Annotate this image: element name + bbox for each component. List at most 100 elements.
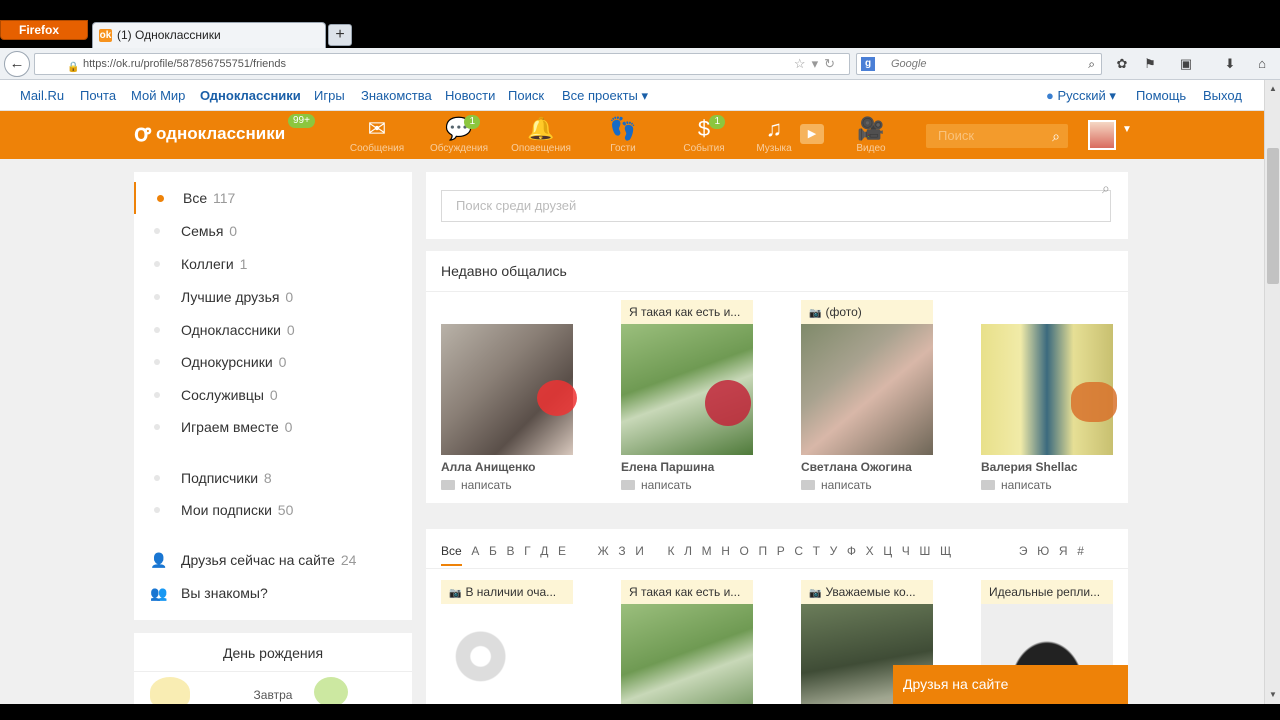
friends-online-bar[interactable]: Друзья на сайте — [893, 665, 1128, 704]
alpha-letter[interactable]: Н — [721, 544, 730, 558]
alpha-letter[interactable]: Э — [1019, 544, 1028, 558]
sidebar-item-play-together[interactable]: Играем вместе 0 — [134, 411, 412, 443]
sidebar-item-family[interactable]: Семья 0 — [134, 215, 412, 247]
alpha-letter[interactable]: И — [635, 544, 644, 558]
nav-music[interactable]: ♫ Музыка — [739, 115, 809, 155]
alpha-letter[interactable]: Ф — [847, 544, 856, 558]
chevron-down-icon[interactable]: ▼ — [1122, 124, 1132, 135]
sidebar-item-my-subscriptions[interactable]: Мои подписки 50 — [134, 494, 412, 526]
alpha-letter[interactable]: К — [667, 544, 674, 558]
link-moy-mir[interactable]: Мой Мир — [131, 88, 185, 103]
search-icon[interactable]: ⌕ — [1102, 180, 1110, 197]
search-icon[interactable]: ⌕ — [1052, 124, 1060, 148]
alpha-letter[interactable]: Ж — [598, 544, 609, 558]
birthday-title[interactable]: День рождения — [134, 645, 412, 661]
bookmarks-icon[interactable]: ▣ — [1178, 56, 1194, 72]
sidebar-item-best-friends[interactable]: Лучшие друзья 0 — [134, 281, 412, 313]
link-pochta[interactable]: Почта — [80, 88, 116, 103]
sidebar-item-coursemates[interactable]: Однокурсники 0 — [134, 346, 412, 378]
nav-guests[interactable]: 👣 Гости — [588, 115, 658, 155]
nav-notifications[interactable]: 🔔 Оповещения — [506, 115, 576, 155]
write-message-link[interactable]: написать — [801, 478, 872, 492]
sidebar-item-do-you-know[interactable]: 👥 Вы знакомы? — [134, 577, 412, 609]
alpha-letter[interactable]: # — [1077, 544, 1084, 558]
alpha-letter[interactable]: А — [471, 544, 479, 558]
link-igry[interactable]: Игры — [314, 88, 345, 103]
alpha-letter[interactable]: Б — [489, 544, 497, 558]
write-message-link[interactable]: написать — [441, 478, 512, 492]
scrollbar-thumb[interactable] — [1267, 148, 1279, 284]
language-selector[interactable]: ● Русский ▾ — [1046, 88, 1116, 104]
ok-search-input[interactable]: Поиск ⌕ — [926, 124, 1068, 148]
nav-video[interactable]: 🎥 Видео — [836, 115, 906, 155]
link-znakomstva[interactable]: Знакомства — [361, 88, 432, 103]
friend-status[interactable]: 📷 Уважаемые ко... — [801, 580, 933, 604]
scroll-down-icon[interactable]: ▼ — [1265, 688, 1280, 702]
home-icon[interactable]: ⌂ — [1254, 56, 1270, 72]
sidebar-item-coworkers[interactable]: Сослуживцы 0 — [134, 379, 412, 411]
alpha-letter[interactable]: Ч — [902, 544, 910, 558]
sidebar-item-classmates[interactable]: Одноклассники 0 — [134, 314, 412, 346]
friend-status[interactable]: Я такая как есть и... — [621, 300, 753, 324]
alpha-letter[interactable]: Ц — [883, 544, 892, 558]
friend-status[interactable]: Я такая как есть и... — [621, 580, 753, 604]
sidebar-item-colleagues[interactable]: Коллеги 1 — [134, 248, 412, 280]
nav-events[interactable]: $ События 1 — [669, 115, 739, 155]
nav-discussions[interactable]: 💬 Обсуждения 1 — [424, 115, 494, 155]
alpha-letter[interactable]: У — [830, 544, 838, 558]
friend-photo[interactable] — [801, 324, 933, 455]
avatar[interactable] — [1088, 120, 1116, 150]
alpha-letter[interactable]: С — [794, 544, 803, 558]
flag-icon[interactable]: ⚑ — [1142, 56, 1158, 72]
sidebar-item-friends-online[interactable]: 👤 Друзья сейчас на сайте 24 — [134, 544, 412, 576]
ok-logo[interactable]: ꝍ одноклассники — [134, 119, 285, 149]
alpha-letter[interactable]: З — [618, 544, 625, 558]
friend-name[interactable]: Светлана Ожогина — [801, 460, 941, 474]
play-icon[interactable]: ▶ — [800, 124, 824, 144]
firefox-menu-button[interactable]: Firefox — [0, 20, 88, 40]
alpha-letter[interactable]: О — [740, 544, 749, 558]
back-button[interactable]: ← — [4, 51, 30, 77]
alpha-letter[interactable]: Г — [524, 544, 531, 558]
page-scrollbar[interactable]: ▲ ▼ — [1264, 80, 1280, 704]
friend-status[interactable]: 📷 В наличии оча... — [441, 580, 573, 604]
write-message-link[interactable]: написать — [981, 478, 1052, 492]
alpha-letter[interactable]: Щ — [940, 544, 951, 558]
alpha-letter[interactable]: Ю — [1037, 544, 1049, 558]
browser-search-field[interactable]: g Google ⌕ — [856, 53, 1102, 75]
alpha-letter[interactable]: Х — [866, 544, 874, 558]
alpha-letter[interactable]: Все — [441, 544, 462, 566]
alpha-letter[interactable]: Ш — [919, 544, 930, 558]
download-icon[interactable]: ⬇ — [1222, 56, 1238, 72]
alpha-letter[interactable]: М — [702, 544, 712, 558]
tab-odnoklassniki[interactable]: ok (1) Одноклассники — [92, 22, 326, 48]
alpha-letter[interactable]: Л — [684, 544, 692, 558]
nav-messages[interactable]: ✉ Сообщения — [342, 115, 412, 155]
link-mailru[interactable]: Mail.Ru — [20, 88, 64, 103]
alpha-letter[interactable]: Е — [558, 544, 566, 558]
friend-name[interactable]: Елена Паршина — [621, 460, 761, 474]
google-engine-icon[interactable]: g — [861, 57, 875, 71]
new-tab-button[interactable]: + — [328, 24, 352, 46]
write-message-link[interactable]: написать — [621, 478, 692, 492]
friend-status[interactable]: 📷 (фото) — [801, 300, 933, 324]
alpha-letter[interactable]: Д — [540, 544, 548, 558]
alpha-letter[interactable]: Я — [1059, 544, 1068, 558]
alpha-letter[interactable]: Т — [813, 544, 820, 558]
search-icon[interactable]: ⌕ — [1088, 54, 1095, 74]
friend-photo[interactable] — [621, 604, 753, 704]
addon-icon[interactable]: ✿ — [1114, 56, 1130, 72]
friends-search-input[interactable]: Поиск среди друзей — [441, 190, 1111, 222]
alpha-letter[interactable]: Р — [777, 544, 785, 558]
friend-name[interactable]: Алла Анищенко — [441, 460, 581, 474]
friend-photo[interactable] — [441, 604, 573, 704]
alpha-letter[interactable]: П — [758, 544, 767, 558]
link-all-projects[interactable]: Все проекты ▾ — [562, 88, 648, 104]
friend-status[interactable]: Идеальные репли... — [981, 580, 1113, 604]
url-bar[interactable]: 🔒 https://ok.ru/profile/587856755751/fri… — [34, 53, 850, 75]
link-logout[interactable]: Выход — [1203, 88, 1242, 103]
link-poisk[interactable]: Поиск — [508, 88, 544, 103]
scroll-up-icon[interactable]: ▲ — [1265, 82, 1280, 96]
bookmark-star-icon[interactable]: ☆▾↻ — [794, 54, 841, 74]
friend-name[interactable]: Валерия Shellac — [981, 460, 1121, 474]
